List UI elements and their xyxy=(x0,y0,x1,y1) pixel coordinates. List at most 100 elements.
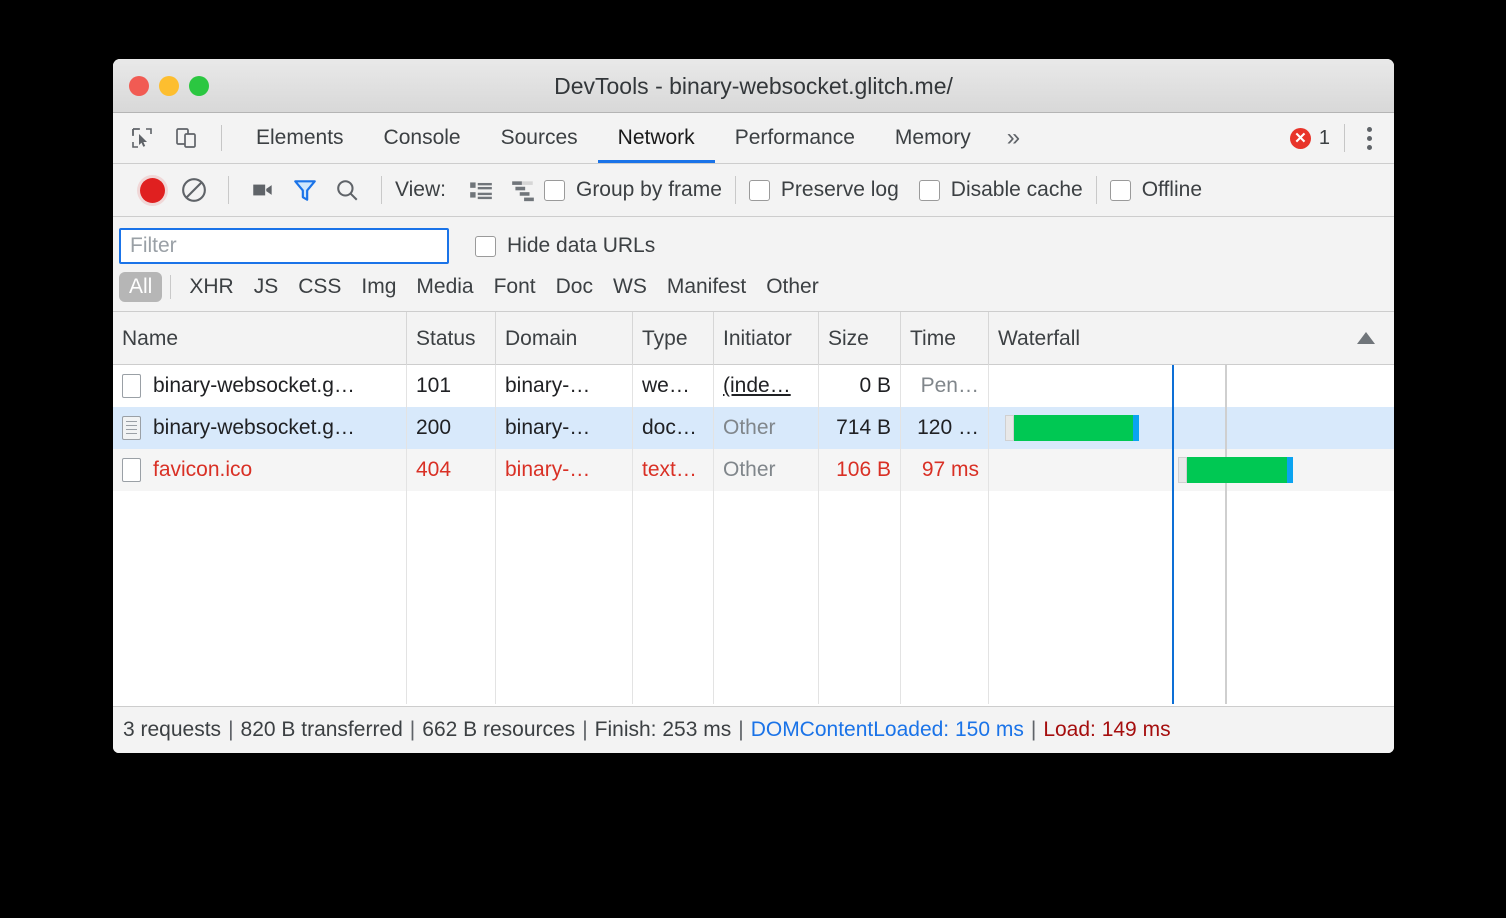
inspect-element-icon[interactable] xyxy=(127,123,157,153)
offline-checkbox[interactable] xyxy=(1110,180,1131,201)
table-row[interactable]: favicon.ico 404 binary-… text… Other 106… xyxy=(113,449,1394,491)
search-button[interactable] xyxy=(326,169,368,211)
filter-type-xhr[interactable]: XHR xyxy=(179,272,243,302)
toolbar-divider-3 xyxy=(735,176,736,204)
filter-type-other[interactable]: Other xyxy=(756,272,829,302)
cell-status: 200 xyxy=(407,407,496,449)
filter-input[interactable] xyxy=(119,228,449,264)
filter-type-img[interactable]: Img xyxy=(351,272,406,302)
tab-network[interactable]: Network xyxy=(598,113,715,163)
maximize-window-button[interactable] xyxy=(189,76,209,96)
cell-domain: binary-… xyxy=(496,365,633,407)
filter-type-divider xyxy=(170,275,171,299)
empty-cell-initiator xyxy=(714,491,819,704)
error-badge[interactable]: ✕ 1 xyxy=(1290,127,1344,150)
empty-cell-domain xyxy=(496,491,633,704)
column-header-time[interactable]: Time xyxy=(901,312,989,365)
filter-type-font[interactable]: Font xyxy=(484,272,546,302)
column-header-size[interactable]: Size xyxy=(819,312,901,365)
record-button[interactable] xyxy=(131,169,173,211)
initiator-link[interactable]: (inde… xyxy=(723,374,791,398)
cell-size: 0 B xyxy=(819,365,901,407)
table-body: binary-websocket.g… 101 binary-… we… (in… xyxy=(113,365,1394,704)
table-row[interactable]: binary-websocket.g… 101 binary-… we… (in… xyxy=(113,365,1394,407)
clear-icon xyxy=(180,176,208,204)
toolbar-divider-2 xyxy=(381,176,382,204)
network-request-table: Name Status Domain Type Initiator Size T… xyxy=(113,312,1394,704)
group-by-frame-checkbox-wrap[interactable]: Group by frame xyxy=(544,178,722,202)
blank-document-icon xyxy=(122,458,141,482)
cell-initiator: Other xyxy=(714,407,819,449)
status-dom-content-loaded: DOMContentLoaded: 150 ms xyxy=(751,718,1024,742)
minimize-window-button[interactable] xyxy=(159,76,179,96)
window-title: DevTools - binary-websocket.glitch.me/ xyxy=(113,59,1394,113)
more-tabs-button[interactable]: » xyxy=(991,113,1036,163)
panel-tabs: Elements Console Sources Network Perform… xyxy=(236,113,1036,163)
window-controls xyxy=(129,76,209,96)
empty-cell-status xyxy=(407,491,496,704)
preserve-log-checkbox-wrap[interactable]: Preserve log xyxy=(749,178,899,202)
cell-type: doc… xyxy=(633,407,714,449)
tab-console[interactable]: Console xyxy=(364,113,481,163)
filter-type-manifest[interactable]: Manifest xyxy=(657,272,756,302)
cell-time: Pen… xyxy=(901,365,989,407)
filter-type-js[interactable]: JS xyxy=(244,272,289,302)
disable-cache-checkbox[interactable] xyxy=(919,180,940,201)
error-x-icon: ✕ xyxy=(1290,128,1311,149)
network-status-bar: 3 requests | 820 B transferred | 662 B r… xyxy=(113,706,1394,753)
filter-input-row: Hide data URLs xyxy=(113,228,1394,264)
filter-type-doc[interactable]: Doc xyxy=(546,272,603,302)
column-header-waterfall[interactable]: Waterfall xyxy=(989,312,1394,365)
waterfall-view-button[interactable] xyxy=(502,169,544,211)
filter-type-css[interactable]: CSS xyxy=(288,272,351,302)
device-toolbar-icon[interactable] xyxy=(171,123,201,153)
tab-bar-icons xyxy=(113,113,236,163)
cell-initiator[interactable]: (inde… xyxy=(714,365,819,407)
column-header-waterfall-label: Waterfall xyxy=(998,312,1080,365)
tab-sources[interactable]: Sources xyxy=(481,113,598,163)
capture-screenshots-button[interactable] xyxy=(242,169,284,211)
column-header-initiator[interactable]: Initiator xyxy=(714,312,819,365)
cell-type: text… xyxy=(633,449,714,491)
preserve-log-checkbox[interactable] xyxy=(749,180,770,201)
kebab-menu-icon[interactable] xyxy=(1359,123,1380,154)
tab-bar-right-divider xyxy=(1344,124,1345,152)
empty-row xyxy=(113,491,1394,704)
column-header-name[interactable]: Name xyxy=(113,312,407,365)
devtools-window: DevTools - binary-websocket.glitch.me/ xyxy=(113,59,1394,753)
close-window-button[interactable] xyxy=(129,76,149,96)
empty-cell-size xyxy=(819,491,901,704)
filter-type-all[interactable]: All xyxy=(119,272,162,302)
column-header-status[interactable]: Status xyxy=(407,312,496,365)
disable-cache-checkbox-wrap[interactable]: Disable cache xyxy=(919,178,1083,202)
cell-name-text: binary-websocket.g… xyxy=(153,416,355,440)
tab-memory[interactable]: Memory xyxy=(875,113,991,163)
tab-bar-right-group: ✕ 1 xyxy=(1290,113,1394,163)
column-header-domain[interactable]: Domain xyxy=(496,312,633,365)
toolbar-divider-4 xyxy=(1096,176,1097,204)
camera-icon xyxy=(250,177,276,203)
disable-cache-label: Disable cache xyxy=(951,178,1083,202)
table-row[interactable]: binary-websocket.g… 200 binary-… doc… Ot… xyxy=(113,407,1394,449)
column-header-type[interactable]: Type xyxy=(633,312,714,365)
tab-performance[interactable]: Performance xyxy=(715,113,875,163)
status-sep-5: | xyxy=(1031,718,1036,742)
error-count: 1 xyxy=(1319,127,1330,150)
funnel-icon xyxy=(292,177,318,203)
filter-button[interactable] xyxy=(284,169,326,211)
sort-ascending-icon xyxy=(1357,332,1375,344)
filter-type-media[interactable]: Media xyxy=(406,272,483,302)
empty-cell-type xyxy=(633,491,714,704)
filter-type-ws[interactable]: WS xyxy=(603,272,657,302)
cell-waterfall xyxy=(989,449,1394,491)
group-by-frame-checkbox[interactable] xyxy=(544,180,565,201)
hide-data-urls-checkbox-wrap[interactable]: Hide data URLs xyxy=(475,234,655,258)
tab-elements[interactable]: Elements xyxy=(236,113,364,163)
clear-button[interactable] xyxy=(173,169,215,211)
cell-domain: binary-… xyxy=(496,449,633,491)
hide-data-urls-checkbox[interactable] xyxy=(475,236,496,257)
list-view-button[interactable] xyxy=(460,169,502,211)
offline-checkbox-wrap[interactable]: Offline xyxy=(1110,178,1202,202)
status-finish: Finish: 253 ms xyxy=(595,718,732,742)
devtools-tab-bar: Elements Console Sources Network Perform… xyxy=(113,113,1394,164)
